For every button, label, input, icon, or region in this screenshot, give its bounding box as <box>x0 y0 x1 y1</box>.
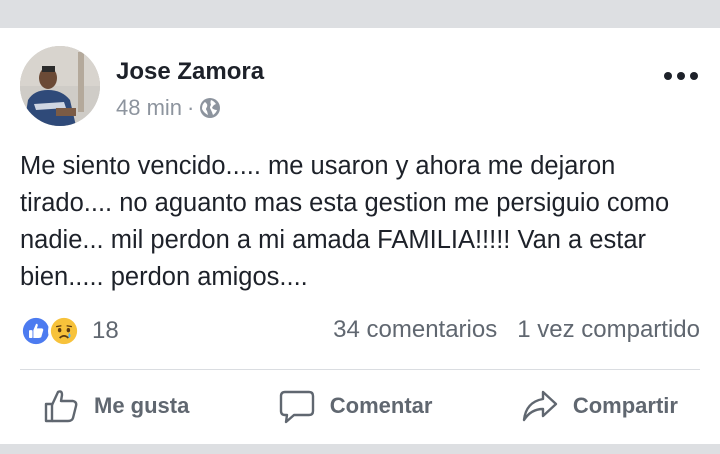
post-actions-bar: Me gusta Comentar Compartir <box>20 378 700 434</box>
more-dot <box>690 72 698 80</box>
more-dot <box>677 72 685 80</box>
comments-count-link[interactable]: 34 comentarios <box>333 316 497 344</box>
avatar-photo <box>20 46 100 126</box>
comment-icon <box>279 390 314 424</box>
share-button[interactable]: Compartir <box>499 387 700 425</box>
globe-icon <box>199 97 221 119</box>
comment-button-label: Comentar <box>329 393 433 418</box>
more-options-icon[interactable] <box>664 66 698 86</box>
post-stats: 34 comentarios 1 vez compartido <box>333 316 700 344</box>
post-card: Jose Zamora 48 min · Me siento vencido..… <box>0 28 720 444</box>
author-name[interactable]: Jose Zamora <box>116 58 264 86</box>
like-button[interactable]: Me gusta <box>20 387 211 425</box>
sad-reaction-icon <box>48 315 80 347</box>
shares-count-link[interactable]: 1 vez compartido <box>517 316 700 344</box>
reactions-summary[interactable]: 18 <box>20 315 119 347</box>
post-meta: 48 min · <box>116 95 221 121</box>
share-button-label: Compartir <box>572 393 678 418</box>
more-dot <box>664 72 672 80</box>
author-avatar[interactable] <box>20 46 100 126</box>
thumbs-up-icon <box>44 390 78 423</box>
comment-button[interactable]: Comentar <box>256 387 455 425</box>
post-timestamp[interactable]: 48 min <box>116 95 182 121</box>
share-icon <box>522 390 558 422</box>
post-text: Me siento vencido..... me usaron y ahora… <box>20 152 670 291</box>
actions-divider <box>20 369 700 370</box>
reaction-count: 18 <box>92 317 119 344</box>
like-button-label: Me gusta <box>94 393 190 418</box>
meta-separator: · <box>187 95 195 120</box>
